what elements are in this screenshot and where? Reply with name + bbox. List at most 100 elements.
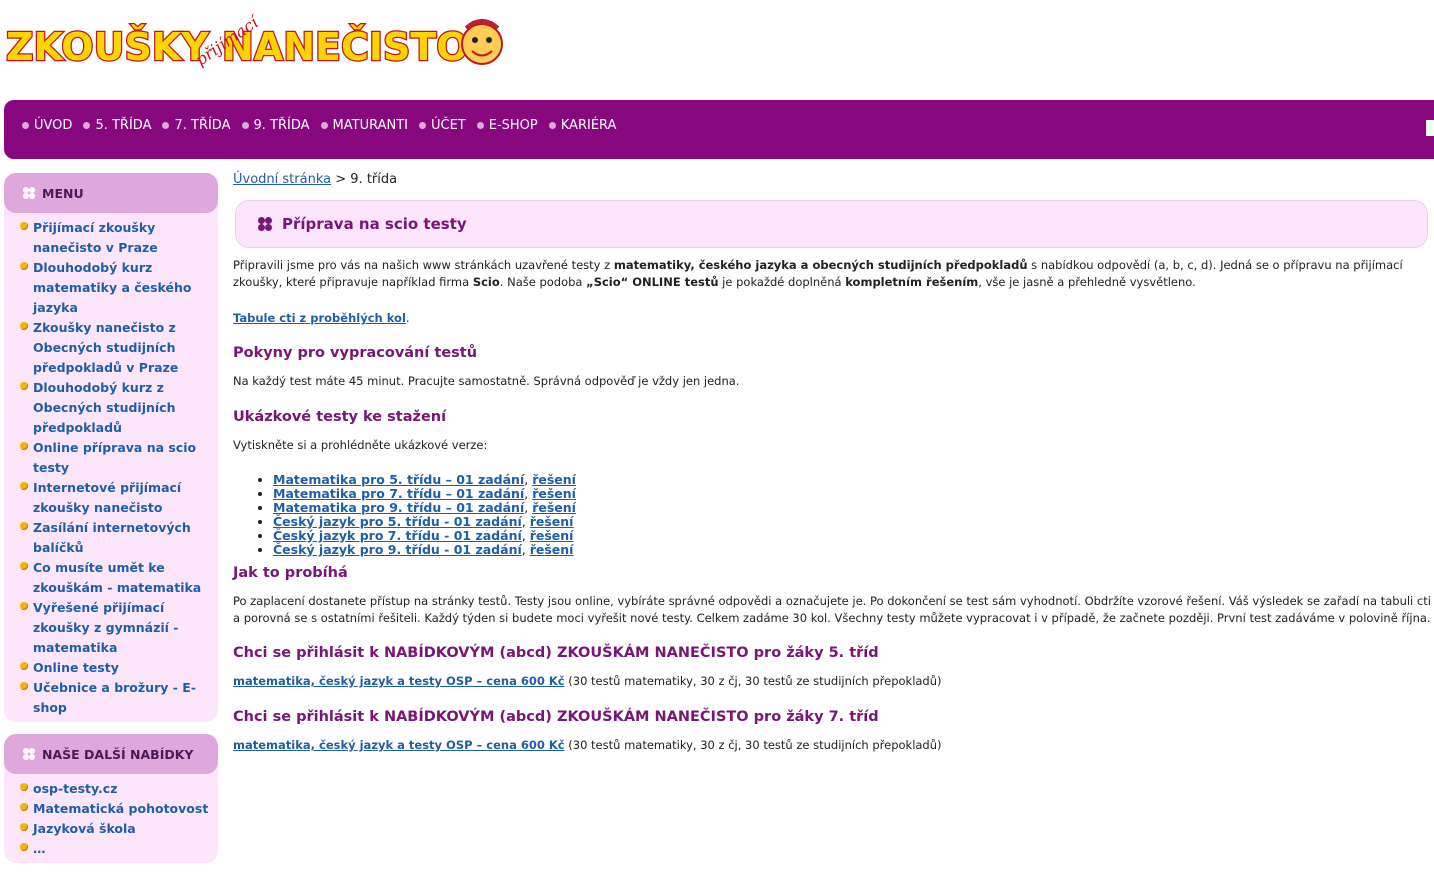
sample-test-item: Český jazyk pro 7. třídu - 01 zadání, ře… bbox=[273, 529, 1433, 543]
nav-item-eshop[interactable]: E-SHOP bbox=[476, 118, 538, 133]
sample-solution-link[interactable]: řešení bbox=[530, 514, 574, 529]
sample-test-item: Český jazyk pro 5. třídu - 01 zadání, ře… bbox=[273, 515, 1433, 529]
menu-item: Zasílání internetových balíčků bbox=[18, 518, 218, 558]
nav-item-maturanti[interactable]: MATURANTI bbox=[320, 118, 408, 133]
bullet-icon bbox=[22, 122, 29, 129]
menu-link[interactable]: Zkoušky nanečisto z Obecných studijních … bbox=[33, 320, 178, 375]
sample-test-item: Matematika pro 9. třídu – 01 zadání, řeš… bbox=[273, 501, 1433, 515]
top-nav-list: ÚVOD 5. TŘÍDA 7. TŘÍDA 9. TŘÍDA MATURANT… bbox=[4, 100, 1434, 151]
sample-test-link[interactable]: Český jazyk pro 7. třídu - 01 zadání bbox=[273, 528, 522, 543]
nav-label: 9. TŘÍDA bbox=[253, 118, 310, 133]
offer-item: … bbox=[18, 839, 218, 859]
instructions-text: Na každý test máte 45 minut. Pracujte sa… bbox=[233, 374, 740, 388]
samples-heading: Ukázkové testy ke stažení bbox=[233, 409, 447, 425]
bullet-icon bbox=[419, 122, 426, 129]
bullet-icon bbox=[20, 823, 28, 831]
menu-item: Dlouhodobý kurz matematiky a českého jaz… bbox=[18, 258, 218, 318]
sample-test-link[interactable]: Matematika pro 5. třídu – 01 zadání bbox=[273, 472, 524, 487]
menu-item: Dlouhodobý kurz z Obecných studijních př… bbox=[18, 378, 218, 438]
bullet-icon bbox=[20, 442, 28, 450]
sample-test-link[interactable]: Matematika pro 9. třídu – 01 zadání bbox=[273, 500, 524, 515]
sample-tests-list: Matematika pro 5. třídu – 01 zadání, řeš… bbox=[233, 473, 1433, 557]
menu-item: Zkoušky nanečisto z Obecných studijních … bbox=[18, 318, 218, 378]
offer-link[interactable]: Jazyková škola bbox=[33, 821, 136, 836]
breadcrumb-home-link[interactable]: Úvodní stránka bbox=[233, 172, 331, 187]
logo-graphic: ZKOUŠKY NANEČISTO přijímací bbox=[5, 12, 503, 70]
menu-link[interactable]: Online příprava na scio testy bbox=[33, 440, 196, 475]
top-navigation: ÚVOD 5. TŘÍDA 7. TŘÍDA 9. TŘÍDA MATURANT… bbox=[4, 100, 1434, 159]
bullet-icon bbox=[20, 783, 28, 791]
bullet-icon bbox=[20, 522, 28, 530]
nav-item-kariera[interactable]: KARIÉRA bbox=[548, 118, 616, 133]
signup-5-link[interactable]: matematika, český jazyk a testy OSP – ce… bbox=[233, 674, 565, 688]
menu-link[interactable]: Zasílání internetových balíčků bbox=[33, 520, 191, 555]
bullet-icon bbox=[20, 482, 28, 490]
flower-icon bbox=[258, 217, 272, 231]
menu-item: Internetové přijímací zkoušky nanečisto bbox=[18, 478, 218, 518]
site-logo[interactable]: ZKOUŠKY NANEČISTO přijímací bbox=[4, 4, 504, 74]
sample-solution-link[interactable]: řešení bbox=[532, 500, 576, 515]
breadcrumb-separator: > bbox=[335, 172, 347, 187]
intro-text: , vše je jasně a přehledně vysvětleno. bbox=[978, 275, 1196, 289]
sample-solution-link[interactable]: řešení bbox=[530, 542, 574, 557]
menu-item: Učebnice a brožury - E-shop bbox=[18, 678, 218, 718]
menu-link[interactable]: Internetové přijímací zkoušky nanečisto bbox=[33, 480, 181, 515]
offers-header: NAŠE DALŠÍ NABÍDKY bbox=[4, 734, 218, 774]
bullet-icon bbox=[20, 262, 28, 270]
sample-test-link[interactable]: Český jazyk pro 9. třídu - 01 zadání bbox=[273, 542, 522, 557]
menu-item: Vyřešené přijímací zkoušky z gymnázií - … bbox=[18, 598, 218, 658]
nav-label: ÚVOD bbox=[34, 118, 73, 133]
sample-test-link[interactable]: Český jazyk pro 5. třídu - 01 zadání bbox=[273, 514, 522, 529]
menu-link[interactable]: Online testy bbox=[33, 660, 119, 675]
menu-link[interactable]: Učebnice a brožury - E-shop bbox=[33, 680, 196, 715]
offer-link[interactable]: … bbox=[33, 841, 46, 856]
offer-link[interactable]: osp-testy.cz bbox=[33, 781, 117, 796]
sample-test-item: Matematika pro 5. třídu – 01 zadání, řeš… bbox=[273, 473, 1433, 487]
menu-title: MENU bbox=[42, 185, 84, 201]
signup-7-link[interactable]: matematika, český jazyk a testy OSP – ce… bbox=[233, 738, 565, 752]
breadcrumb: Úvodní stránka > 9. třída bbox=[233, 172, 1433, 187]
sample-solution-link[interactable]: řešení bbox=[532, 472, 576, 487]
mascot-face-icon bbox=[461, 23, 503, 65]
search-input[interactable] bbox=[1426, 120, 1434, 136]
bullet-icon bbox=[83, 122, 91, 129]
left-sidebar: MENU Přijímací zkoušky nanečisto v Praze… bbox=[4, 173, 218, 875]
menu-link[interactable]: Vyřešené přijímací zkoušky z gymnázií - … bbox=[33, 600, 178, 655]
samples-text: Vytiskněte si a prohlédněte ukázkové ver… bbox=[233, 438, 488, 452]
nav-label: 7. TŘÍDA bbox=[174, 118, 231, 133]
nav-item-ucet[interactable]: ÚČET bbox=[419, 118, 466, 133]
nav-item-7-trida[interactable]: 7. TŘÍDA bbox=[162, 118, 231, 133]
sample-test-item: Český jazyk pro 9. třídu - 01 zadání, ře… bbox=[273, 543, 1433, 557]
bullet-icon bbox=[20, 562, 28, 570]
sample-test-link[interactable]: Matematika pro 7. třídu – 01 zadání bbox=[273, 486, 524, 501]
nav-label: ÚČET bbox=[431, 118, 466, 133]
menu-link[interactable]: Dlouhodobý kurz z Obecných studijních př… bbox=[33, 380, 176, 435]
menu-link[interactable]: Přijímací zkoušky nanečisto v Praze bbox=[33, 220, 158, 255]
nav-item-5-trida[interactable]: 5. TŘÍDA bbox=[83, 118, 151, 133]
signup-5-paragraph: matematika, český jazyk a testy OSP – ce… bbox=[233, 673, 1433, 690]
menu-link[interactable]: Dlouhodobý kurz matematiky a českého jaz… bbox=[33, 260, 192, 315]
tabule-dot: . bbox=[405, 311, 410, 325]
offers-title: NAŠE DALŠÍ NABÍDKY bbox=[42, 746, 194, 762]
bullet-icon bbox=[241, 122, 249, 129]
nav-item-9-trida[interactable]: 9. TŘÍDA bbox=[241, 118, 310, 133]
intro-bold: matematiky, českého jazyka a obecných st… bbox=[613, 258, 1028, 272]
menu-header: MENU bbox=[4, 173, 218, 213]
intro-bold: kompletním řešením bbox=[845, 275, 979, 289]
offer-link[interactable]: Matematická pohotovost bbox=[33, 801, 208, 816]
menu-panel: MENU Přijímací zkoušky nanečisto v Praze… bbox=[4, 173, 218, 722]
signup-7-note: (30 testů matematiky, 30 z čj, 30 testů … bbox=[564, 738, 942, 752]
tabule-cti-link[interactable]: Tabule cti z proběhlých kol bbox=[233, 311, 406, 325]
intro-text: . Naše podoba bbox=[499, 275, 587, 289]
sample-solution-link[interactable]: řešení bbox=[530, 528, 574, 543]
offer-item: Jazyková škola bbox=[18, 819, 218, 839]
bullet-icon bbox=[320, 122, 328, 129]
bullet-icon bbox=[20, 382, 28, 390]
menu-item: Online příprava na scio testy bbox=[18, 438, 218, 478]
intro-bold: Scio bbox=[472, 275, 500, 289]
sample-solution-link[interactable]: řešení bbox=[532, 486, 576, 501]
intro-paragraph: Připravili jsme pro vás na našich www st… bbox=[233, 257, 1433, 291]
bullet-icon bbox=[20, 222, 28, 230]
menu-link[interactable]: Co musíte umět ke zkouškám - matematika bbox=[33, 560, 201, 595]
nav-item-uvod[interactable]: ÚVOD bbox=[22, 118, 72, 133]
